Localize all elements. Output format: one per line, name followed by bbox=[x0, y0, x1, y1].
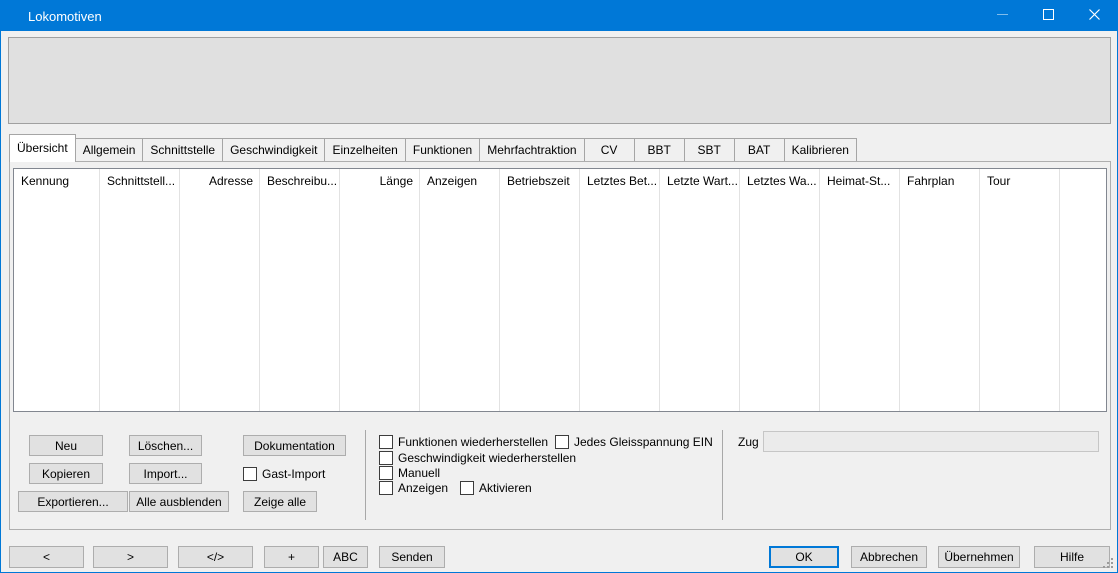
close-icon bbox=[1089, 7, 1100, 25]
ok-button[interactable]: OK bbox=[769, 546, 839, 568]
funktionen-wiederherstellen-checkbox[interactable] bbox=[379, 435, 393, 449]
tab-bbt[interactable]: BBT bbox=[634, 138, 685, 161]
kopieren-button[interactable]: Kopieren bbox=[29, 463, 103, 484]
resize-grip[interactable] bbox=[1101, 556, 1114, 569]
locomotive-list[interactable]: Kennung Schnittstell... Adresse Beschrei… bbox=[13, 168, 1107, 412]
tab-einzelheiten[interactable]: Einzelheiten bbox=[324, 138, 405, 161]
gast-import-checkbox[interactable] bbox=[243, 467, 257, 481]
dokumentation-button[interactable]: Dokumentation bbox=[243, 435, 346, 456]
exportieren-button[interactable]: Exportieren... bbox=[18, 491, 128, 512]
column-header-schnittstelle[interactable]: Schnittstell... bbox=[100, 169, 180, 411]
abc-button[interactable]: ABC bbox=[323, 546, 368, 568]
gast-import-option: Gast-Import bbox=[243, 466, 325, 481]
geschwindigkeit-wiederherstellen-option: Geschwindigkeit wiederherstellen bbox=[379, 450, 576, 465]
column-header-anzeigen[interactable]: Anzeigen bbox=[420, 169, 500, 411]
close-button[interactable] bbox=[1071, 1, 1117, 31]
geschwindigkeit-wiederherstellen-label: Geschwindigkeit wiederherstellen bbox=[398, 451, 576, 465]
tab-strip: Übersicht Allgemein Schnittstelle Geschw… bbox=[9, 133, 856, 161]
anzeigen-option: Anzeigen bbox=[379, 480, 448, 495]
window-title: Lokomotiven bbox=[1, 9, 102, 24]
column-header-tour[interactable]: Tour bbox=[980, 169, 1060, 411]
funktionen-wiederherstellen-option: Funktionen wiederherstellen bbox=[379, 434, 548, 449]
column-header-kennung[interactable]: Kennung bbox=[14, 169, 100, 411]
window-controls bbox=[979, 1, 1117, 31]
jedes-gleisspannung-ein-checkbox[interactable] bbox=[555, 435, 569, 449]
column-header-fahrplan[interactable]: Fahrplan bbox=[900, 169, 980, 411]
column-header-betriebszeit[interactable]: Betriebszeit bbox=[500, 169, 580, 411]
tab-funktionen[interactable]: Funktionen bbox=[405, 138, 480, 161]
column-header-heimat-standort[interactable]: Heimat-St... bbox=[820, 169, 900, 411]
maximize-icon bbox=[1043, 7, 1054, 25]
manuell-checkbox[interactable] bbox=[379, 466, 393, 480]
tab-mehrfachtraktion[interactable]: Mehrfachtraktion bbox=[479, 138, 584, 161]
column-header-letztes-betrieb[interactable]: Letztes Bet... bbox=[580, 169, 660, 411]
tab-bat[interactable]: BAT bbox=[734, 138, 785, 161]
minimize-button[interactable] bbox=[979, 1, 1025, 31]
gast-import-label: Gast-Import bbox=[262, 467, 325, 481]
aktivieren-label: Aktivieren bbox=[479, 481, 532, 495]
column-header-laenge[interactable]: Länge bbox=[340, 169, 420, 411]
geschwindigkeit-wiederherstellen-checkbox[interactable] bbox=[379, 451, 393, 465]
separator-left bbox=[365, 430, 366, 520]
tab-uebersicht[interactable]: Übersicht bbox=[9, 134, 76, 162]
anzeigen-label: Anzeigen bbox=[398, 481, 448, 495]
loeschen-button[interactable]: Löschen... bbox=[129, 435, 202, 456]
column-header-adresse[interactable]: Adresse bbox=[180, 169, 260, 411]
zug-input[interactable] bbox=[763, 431, 1099, 452]
tab-schnittstelle[interactable]: Schnittstelle bbox=[142, 138, 223, 161]
funktionen-wiederherstellen-label: Funktionen wiederherstellen bbox=[398, 435, 548, 449]
tab-cv[interactable]: CV bbox=[584, 138, 635, 161]
titlebar[interactable]: Lokomotiven bbox=[1, 1, 1117, 31]
separator-right bbox=[722, 430, 723, 520]
aktivieren-option: Aktivieren bbox=[460, 480, 532, 495]
tab-geschwindigkeit[interactable]: Geschwindigkeit bbox=[222, 138, 325, 161]
tab-sbt[interactable]: SBT bbox=[684, 138, 735, 161]
zug-label: Zug bbox=[738, 435, 759, 449]
hilfe-button[interactable]: Hilfe bbox=[1034, 546, 1110, 568]
abbrechen-button[interactable]: Abbrechen bbox=[851, 546, 927, 568]
anzeigen-checkbox[interactable] bbox=[379, 481, 393, 495]
resize-grip-icon bbox=[1101, 556, 1114, 569]
prev-button[interactable]: < bbox=[9, 546, 84, 568]
minimize-icon bbox=[997, 7, 1008, 25]
import-button[interactable]: Import... bbox=[129, 463, 202, 484]
column-header-beschreibung[interactable]: Beschreibu... bbox=[260, 169, 340, 411]
manuell-option: Manuell bbox=[379, 465, 440, 480]
jedes-gleisspannung-ein-option: Jedes Gleisspannung EIN bbox=[555, 434, 713, 449]
neu-button[interactable]: Neu bbox=[29, 435, 103, 456]
aktivieren-checkbox[interactable] bbox=[460, 481, 474, 495]
tab-allgemein[interactable]: Allgemein bbox=[75, 138, 144, 161]
senden-button[interactable]: Senden bbox=[379, 546, 445, 568]
code-button[interactable]: </> bbox=[178, 546, 253, 568]
maximize-button[interactable] bbox=[1025, 1, 1071, 31]
lokomotiven-dialog: Lokomotiven Übersicht Allgeme bbox=[0, 0, 1118, 573]
column-header-letzte-wartung[interactable]: Letzte Wart... bbox=[660, 169, 740, 411]
uebernehmen-button[interactable]: Übernehmen bbox=[938, 546, 1020, 568]
zeige-alle-button[interactable]: Zeige alle bbox=[243, 491, 317, 512]
column-header-letztes-wartung[interactable]: Letztes Wa... bbox=[740, 169, 820, 411]
manuell-label: Manuell bbox=[398, 466, 440, 480]
jedes-gleisspannung-ein-label: Jedes Gleisspannung EIN bbox=[574, 435, 713, 449]
top-panel bbox=[8, 37, 1111, 124]
tab-kalibrieren[interactable]: Kalibrieren bbox=[784, 138, 857, 161]
plus-button[interactable]: + bbox=[264, 546, 319, 568]
alle-ausblenden-button[interactable]: Alle ausblenden bbox=[129, 491, 229, 512]
next-button[interactable]: > bbox=[93, 546, 168, 568]
